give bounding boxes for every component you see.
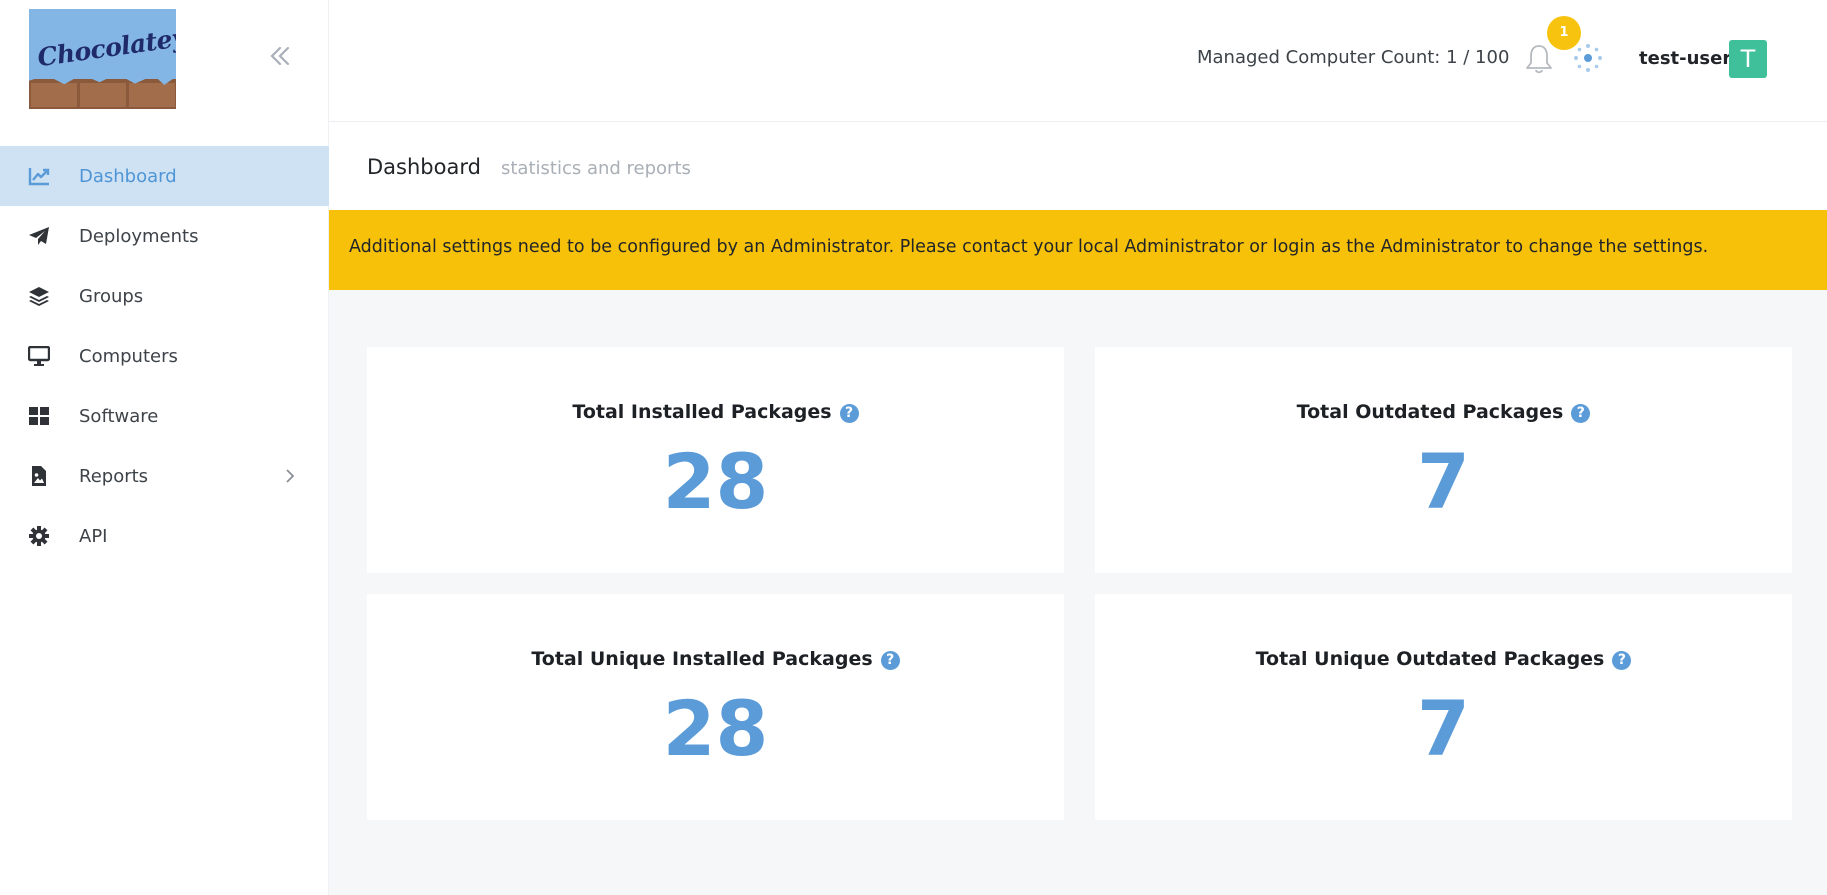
logo-chocolate-bar xyxy=(29,79,176,109)
chevrons-left-icon xyxy=(270,46,290,66)
bell-icon xyxy=(1526,45,1552,74)
stat-card-title: Total Unique Outdated Packages xyxy=(1255,648,1605,670)
paper-plane-icon xyxy=(29,227,49,245)
stat-card-total-outdated: Total Outdated Packages? 7 xyxy=(1095,347,1792,573)
admin-settings-alert: Additional settings need to be configure… xyxy=(329,210,1827,290)
stat-card-unique-outdated: Total Unique Outdated Packages? 7 xyxy=(1095,594,1792,820)
page-subtitle: statistics and reports xyxy=(501,158,691,179)
loading-spinner-icon xyxy=(1574,44,1602,72)
help-icon[interactable]: ? xyxy=(880,651,900,670)
stat-card-value: 7 xyxy=(1417,437,1470,526)
collapse-sidebar-button[interactable] xyxy=(266,42,294,70)
chevron-right-icon xyxy=(286,469,295,483)
alert-message: Additional settings need to be configure… xyxy=(349,237,1709,257)
help-icon[interactable]: ? xyxy=(1612,651,1632,670)
stat-card-title-row: Total Unique Outdated Packages? xyxy=(1095,648,1792,670)
help-icon[interactable]: ? xyxy=(839,404,859,423)
sidebar: Chocolatey Dashboard Deployments Groups … xyxy=(0,0,329,895)
stat-card-value: 28 xyxy=(662,437,769,526)
sidebar-item-groups[interactable]: Groups xyxy=(0,266,329,326)
layers-icon xyxy=(29,287,49,306)
chart-line-icon xyxy=(28,168,50,186)
stat-card-total-installed: Total Installed Packages? 28 xyxy=(367,347,1064,573)
page-title: Dashboard xyxy=(367,155,481,179)
stat-card-value: 28 xyxy=(662,684,769,773)
stat-card-title-row: Total Installed Packages? xyxy=(367,401,1064,423)
sidebar-item-software[interactable]: Software xyxy=(0,386,329,446)
stat-card-title: Total Unique Installed Packages xyxy=(531,648,873,670)
sidebar-item-label: Deployments xyxy=(79,225,199,247)
gear-icon xyxy=(29,526,49,546)
stat-card-value: 7 xyxy=(1417,684,1470,773)
avatar[interactable]: T xyxy=(1729,40,1767,78)
sidebar-nav: Dashboard Deployments Groups Computers S… xyxy=(0,146,329,566)
chocolatey-logo[interactable]: Chocolatey xyxy=(29,9,176,109)
sidebar-item-api[interactable]: API xyxy=(0,506,329,566)
desktop-icon xyxy=(28,346,50,366)
grid-icon xyxy=(29,407,49,425)
stat-card-title: Total Installed Packages xyxy=(572,401,832,423)
top-header: Managed Computer Count: 1 / 100 1 test-u… xyxy=(329,0,1827,122)
page-heading: Dashboard statistics and reports xyxy=(329,123,1827,210)
sidebar-item-label: Software xyxy=(79,405,159,427)
sidebar-item-label: Dashboard xyxy=(79,165,177,187)
sidebar-item-deployments[interactable]: Deployments xyxy=(0,206,329,266)
stat-card-title-row: Total Unique Installed Packages? xyxy=(367,648,1064,670)
help-icon[interactable]: ? xyxy=(1571,404,1591,423)
sidebar-item-label: Computers xyxy=(79,345,178,367)
sidebar-item-label: Groups xyxy=(79,285,144,307)
file-image-icon xyxy=(32,466,46,486)
notifications-button[interactable] xyxy=(1524,42,1554,76)
background-task-indicator[interactable] xyxy=(1572,42,1604,74)
sidebar-item-computers[interactable]: Computers xyxy=(0,326,329,386)
managed-computer-count: Managed Computer Count: 1 / 100 xyxy=(1197,47,1510,68)
sidebar-item-dashboard[interactable]: Dashboard xyxy=(0,146,329,206)
dashboard-content: Total Installed Packages? 28 Total Outda… xyxy=(329,290,1827,895)
stat-card-title-row: Total Outdated Packages? xyxy=(1095,401,1792,423)
sidebar-item-label: API xyxy=(79,525,108,547)
sidebar-item-label: Reports xyxy=(79,465,149,487)
sidebar-item-reports[interactable]: Reports xyxy=(0,446,329,506)
logo-text: Chocolatey xyxy=(35,22,176,73)
stat-card-title: Total Outdated Packages xyxy=(1296,401,1564,423)
stat-card-unique-installed: Total Unique Installed Packages? 28 xyxy=(367,594,1064,820)
user-menu-name[interactable]: test-user xyxy=(1639,48,1731,69)
